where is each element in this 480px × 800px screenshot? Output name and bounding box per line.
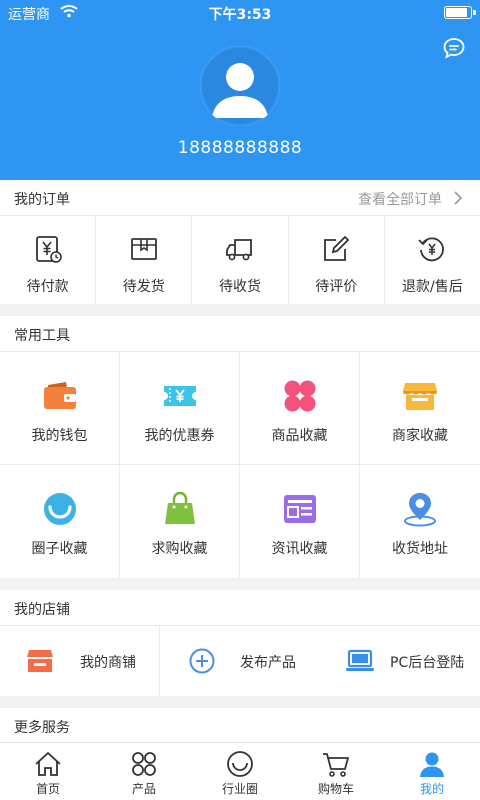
- tool-label: 圈子收藏: [31, 541, 88, 557]
- order-item-label: 待付款: [26, 279, 69, 295]
- tools-section-header: 常用工具: [0, 316, 480, 352]
- order-pending-receipt[interactable]: 待收货: [192, 216, 289, 304]
- order-status-row: 待付款 待发货 待收货 待评价 退款/售后: [0, 216, 480, 304]
- laptop-icon: [346, 649, 374, 671]
- tab-home[interactable]: 首页: [0, 743, 96, 800]
- tab-label: 首页: [35, 782, 60, 796]
- shop-pc-login[interactable]: PC后台登陆: [320, 626, 480, 696]
- circle-icon: [227, 751, 253, 777]
- cart-icon: [323, 753, 349, 777]
- package-icon: [130, 238, 157, 260]
- tool-label: 资讯收藏: [271, 541, 328, 557]
- tool-label: 我的钱包: [31, 428, 88, 444]
- tab-cart[interactable]: 购物车: [288, 743, 384, 800]
- clock: 下午3:53: [208, 7, 272, 23]
- truck-icon: [226, 239, 252, 261]
- shopping-bag-icon: [165, 491, 195, 524]
- order-pending-review[interactable]: 待评价: [289, 216, 385, 304]
- order-item-label: 退款/售后: [402, 279, 463, 295]
- shop-row: 我的商铺 发布产品 PC后台登陆: [0, 626, 480, 696]
- coupon-icon: [164, 386, 196, 406]
- tool-shipping-address[interactable]: 收货地址: [360, 465, 480, 578]
- order-item-label: 待收货: [219, 279, 261, 295]
- order-item-label: 待发货: [122, 279, 165, 295]
- order-pending-payment[interactable]: 待付款: [0, 216, 97, 304]
- view-all-orders-link[interactable]: 查看全部订单: [358, 189, 442, 209]
- tab-label: 我的: [419, 782, 444, 796]
- orders-section-header: 我的订单 查看全部订单: [0, 180, 480, 216]
- user-avatar-icon: [200, 46, 280, 126]
- battery-icon: [444, 6, 476, 19]
- tab-label: 购物车: [317, 782, 354, 796]
- order-refund-aftersale[interactable]: 退款/售后: [385, 216, 480, 304]
- message-icon[interactable]: [442, 36, 466, 60]
- wallet-yen-icon: [35, 236, 62, 263]
- store-icon: [403, 383, 437, 410]
- tool-label: 我的优惠券: [144, 428, 215, 444]
- location-pin-icon: [404, 493, 436, 527]
- plus-circle-icon: [189, 648, 215, 674]
- chevron-right-icon[interactable]: [450, 190, 466, 206]
- tools-title: 常用工具: [14, 328, 70, 344]
- smile-icon: [44, 493, 76, 525]
- tool-my-wallet[interactable]: 我的钱包: [0, 352, 120, 465]
- shop-item-label: 发布产品: [240, 655, 296, 671]
- wallet-icon: [44, 382, 76, 409]
- tool-label: 收货地址: [392, 541, 448, 557]
- tab-label: 产品: [131, 782, 156, 796]
- order-pending-shipment[interactable]: 待发货: [96, 216, 193, 304]
- tab-mine[interactable]: 我的: [384, 743, 480, 800]
- status-bar: 运营商 下午3:53: [0, 0, 480, 26]
- shop-icon: [27, 650, 53, 672]
- tool-label: 商家收藏: [392, 428, 448, 444]
- avatar[interactable]: [200, 46, 280, 126]
- shop-title: 我的店铺: [14, 602, 70, 618]
- order-item-label: 待评价: [315, 279, 358, 295]
- tool-purchase-favorites[interactable]: 求购收藏: [120, 465, 240, 578]
- tool-product-favorites[interactable]: 商品收藏: [240, 352, 360, 465]
- tool-label: 求购收藏: [151, 541, 208, 557]
- grid-icon: [132, 752, 156, 776]
- tool-news-favorites[interactable]: 资讯收藏: [240, 465, 360, 578]
- shop-item-label: 我的商铺: [80, 655, 136, 671]
- tab-products[interactable]: 产品: [96, 743, 192, 800]
- user-icon: [420, 752, 444, 777]
- shop-publish-product[interactable]: 发布产品: [160, 626, 320, 696]
- tool-circle-favorites[interactable]: 圈子收藏: [0, 465, 120, 578]
- tool-my-coupons[interactable]: 我的优惠券: [120, 352, 240, 465]
- news-icon: [284, 495, 316, 523]
- tools-grid: 我的钱包 我的优惠券 商品收藏 商家收藏 圈子收藏 求购收藏 资讯收藏 收货地址: [0, 352, 480, 578]
- refund-icon: [418, 237, 445, 262]
- home-icon: [35, 752, 61, 776]
- shop-section-header: 我的店铺: [0, 590, 480, 626]
- tab-industry-circle[interactable]: 行业圈: [192, 743, 288, 800]
- more-section-header: 更多服务: [0, 708, 480, 744]
- clover-icon: [284, 380, 316, 412]
- tab-label: 行业圈: [221, 782, 258, 796]
- tool-label: 商品收藏: [271, 428, 328, 444]
- profile-header: 运营商 下午3:53 18888888888: [0, 0, 480, 180]
- more-title: 更多服务: [14, 720, 70, 736]
- shop-item-label: PC后台登陆: [390, 655, 465, 671]
- orders-title: 我的订单: [14, 192, 70, 208]
- phone-number: 18888888888: [177, 138, 303, 158]
- tool-merchant-favorites[interactable]: 商家收藏: [360, 352, 480, 465]
- shop-my-store[interactable]: 我的商铺: [0, 626, 159, 696]
- bottom-tab-bar: 首页 产品 行业圈 购物车 我的: [0, 742, 480, 800]
- edit-icon: [324, 235, 350, 261]
